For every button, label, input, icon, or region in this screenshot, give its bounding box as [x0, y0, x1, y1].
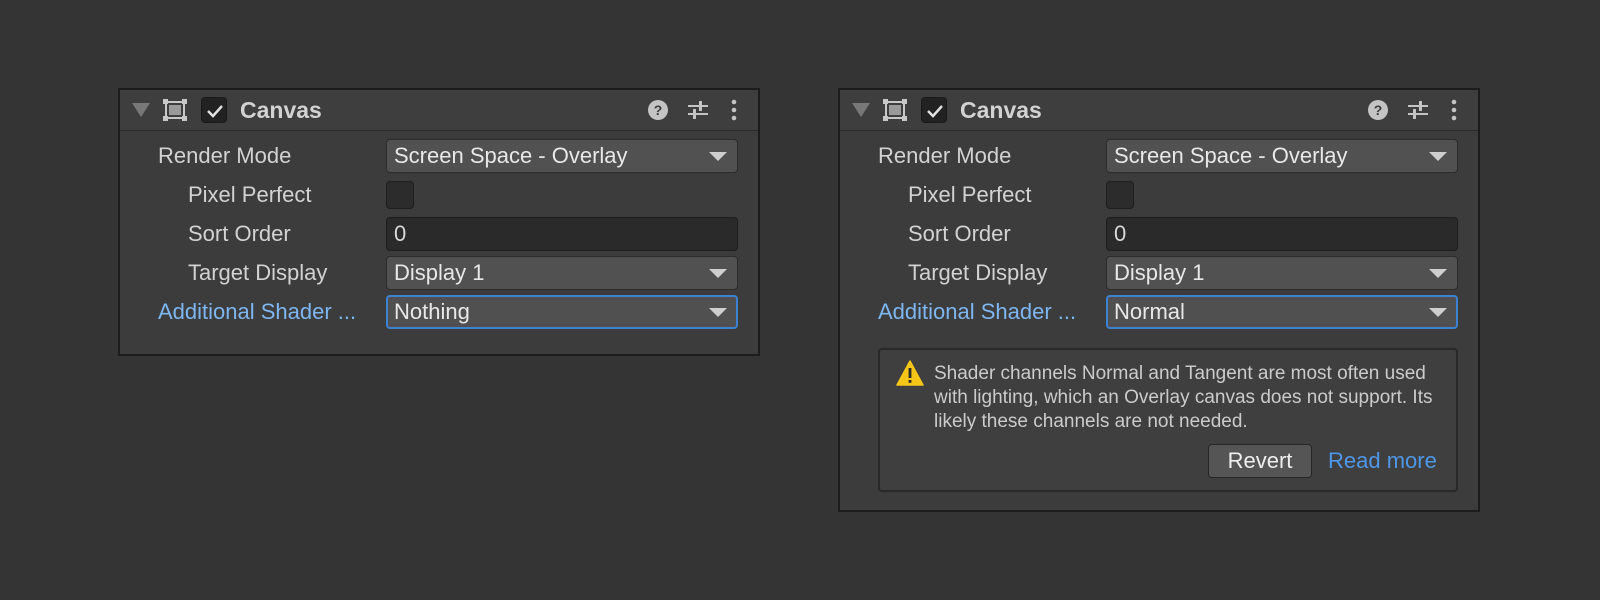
render-mode-value: Screen Space - Overlay [1114, 143, 1348, 168]
target-display-value: Display 1 [1114, 260, 1205, 285]
component-title: Canvas [960, 97, 1042, 123]
additional-shader-row: Additional Shader ... Nothing [120, 294, 758, 330]
svg-text:?: ? [1374, 102, 1383, 118]
pixel-perfect-row: Pixel Perfect [840, 177, 1478, 213]
render-mode-row: Render Mode Screen Space - Overlay [840, 138, 1478, 174]
warning-help-box: Shader channels Normal and Tangent are m… [878, 348, 1458, 492]
component-enabled-checkbox[interactable] [921, 97, 947, 123]
component-header[interactable]: Canvas ? [120, 90, 758, 131]
sort-order-value: 0 [394, 221, 407, 246]
pixel-perfect-checkbox[interactable] [386, 181, 414, 209]
chevron-down-icon [1429, 308, 1447, 317]
revert-button[interactable]: Revert [1208, 444, 1312, 478]
render-mode-label: Render Mode [878, 143, 1012, 168]
svg-text:?: ? [654, 102, 663, 118]
render-mode-row: Render Mode Screen Space - Overlay [120, 138, 758, 174]
sort-order-field[interactable]: 0 [1106, 217, 1458, 251]
target-display-label: Target Display [908, 260, 1048, 285]
pixel-perfect-checkbox[interactable] [1106, 181, 1134, 209]
chevron-down-icon [709, 269, 727, 278]
additional-shader-value: Nothing [394, 299, 470, 324]
target-display-label: Target Display [188, 260, 328, 285]
rect-transform-icon [883, 99, 907, 121]
triangle-down-icon[interactable] [132, 103, 150, 117]
additional-shader-label: Additional Shader ... [878, 299, 1077, 324]
warning-icon [896, 360, 924, 386]
chevron-down-icon [1429, 269, 1447, 278]
sort-order-row: Sort Order 0 [120, 216, 758, 252]
target-display-dropdown[interactable]: Display 1 [1106, 256, 1458, 290]
component-enabled-checkbox[interactable] [201, 97, 227, 123]
chevron-down-icon [709, 152, 727, 161]
target-display-dropdown[interactable]: Display 1 [386, 256, 738, 290]
additional-shader-dropdown[interactable]: Nothing [386, 295, 738, 329]
read-more-link[interactable]: Read more [1328, 448, 1437, 474]
sort-order-row: Sort Order 0 [840, 216, 1478, 252]
additional-shader-dropdown[interactable]: Normal [1106, 295, 1458, 329]
canvas-inspector-panel: Canvas ? Render Mode Screen Space - Over… [118, 88, 760, 356]
sort-order-label: Sort Order [908, 221, 1011, 246]
render-mode-value: Screen Space - Overlay [394, 143, 628, 168]
pixel-perfect-row: Pixel Perfect [120, 177, 758, 213]
additional-shader-row: Additional Shader ... Normal [840, 294, 1478, 330]
sort-order-field[interactable]: 0 [386, 217, 738, 251]
triangle-down-icon[interactable] [852, 103, 870, 117]
pixel-perfect-label: Pixel Perfect [908, 182, 1032, 207]
pixel-perfect-label: Pixel Perfect [188, 182, 312, 207]
checkmark-icon [927, 105, 943, 118]
more-vertical-icon[interactable] [1442, 98, 1466, 122]
component-header[interactable]: Canvas ? [840, 90, 1478, 131]
canvas-inspector-panel: Canvas ? Render Mode Screen Space - Over… [838, 88, 1480, 512]
sort-order-label: Sort Order [188, 221, 291, 246]
additional-shader-value: Normal [1114, 299, 1185, 324]
warning-message: Shader channels Normal and Tangent are m… [934, 363, 1433, 432]
sort-order-value: 0 [1114, 221, 1127, 246]
target-display-row: Target Display Display 1 [840, 255, 1478, 291]
render-mode-dropdown[interactable]: Screen Space - Overlay [386, 139, 738, 173]
rect-transform-icon [163, 99, 187, 121]
presets-icon[interactable] [686, 98, 710, 122]
help-icon[interactable]: ? [646, 98, 670, 122]
more-vertical-icon[interactable] [722, 98, 746, 122]
target-display-row: Target Display Display 1 [120, 255, 758, 291]
chevron-down-icon [709, 308, 727, 317]
target-display-value: Display 1 [394, 260, 485, 285]
component-title: Canvas [240, 97, 322, 123]
render-mode-dropdown[interactable]: Screen Space - Overlay [1106, 139, 1458, 173]
checkmark-icon [207, 105, 223, 118]
presets-icon[interactable] [1406, 98, 1430, 122]
render-mode-label: Render Mode [158, 143, 292, 168]
chevron-down-icon [1429, 152, 1447, 161]
additional-shader-label: Additional Shader ... [158, 299, 357, 324]
help-icon[interactable]: ? [1366, 98, 1390, 122]
